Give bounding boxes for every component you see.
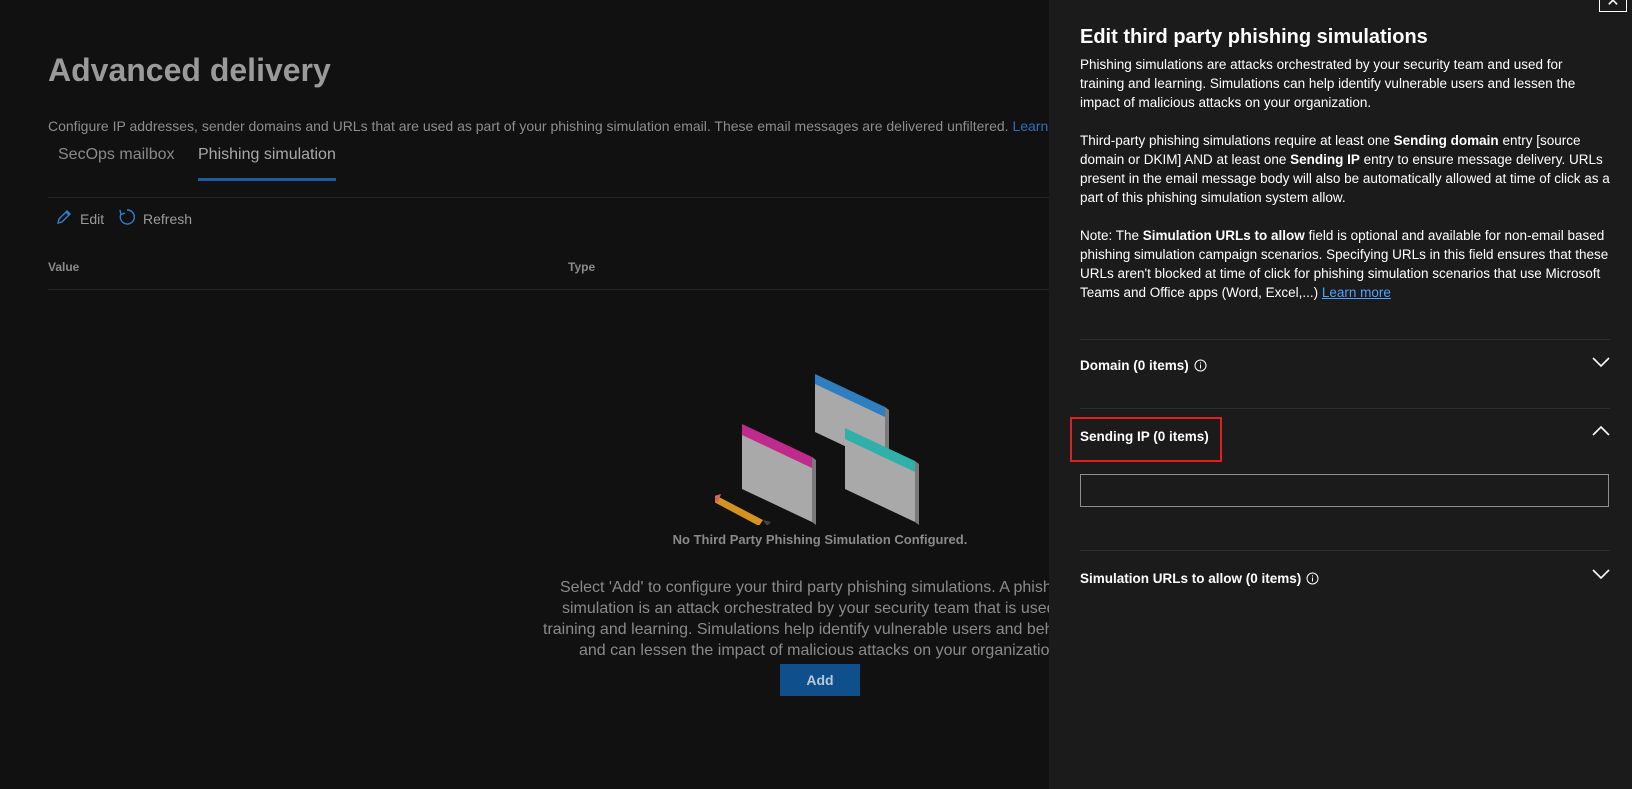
sending-ip-section-header[interactable]: Sending IP (0 items) <box>1080 429 1209 444</box>
page-title: Advanced delivery <box>48 52 331 88</box>
column-header-value[interactable]: Value <box>48 260 79 274</box>
info-icon[interactable] <box>1194 359 1207 372</box>
edit-panel <box>1049 0 1632 789</box>
page-description: Configure IP addresses, sender domains a… <box>48 118 1048 134</box>
req-bold-sending-ip: Sending IP <box>1290 152 1360 167</box>
chevron-down-icon[interactable] <box>1592 356 1610 368</box>
domain-section-header[interactable]: Domain (0 items) <box>1080 358 1207 373</box>
section-divider <box>1080 408 1610 409</box>
empty-state-line: simulation is an attack orchestrated by … <box>562 600 1079 617</box>
description-text: Configure IP addresses, sender domains a… <box>48 118 1009 134</box>
section-divider <box>1080 339 1610 340</box>
sending-ip-section-label: Sending IP (0 items) <box>1080 429 1209 444</box>
close-icon[interactable]: ✕ <box>1599 0 1627 12</box>
domain-section-label: Domain (0 items) <box>1080 358 1189 373</box>
panel-learn-more-link[interactable]: Learn more <box>1322 285 1391 300</box>
empty-state-description: Select 'Add' to configure your third par… <box>530 577 1079 661</box>
panel-requirements: Third-party phishing simulations require… <box>1080 131 1610 207</box>
add-button[interactable]: Add <box>780 664 860 696</box>
section-divider <box>1080 550 1610 551</box>
edit-button[interactable]: Edit <box>55 208 104 229</box>
chevron-up-icon[interactable] <box>1592 425 1610 437</box>
tab-secops-mailbox[interactable]: SecOps mailbox <box>58 146 175 181</box>
pencil-icon <box>55 208 73 229</box>
tab-divider <box>48 197 1049 198</box>
empty-state-illustration <box>715 374 919 525</box>
refresh-label: Refresh <box>143 210 193 227</box>
edit-label: Edit <box>80 210 105 227</box>
req-bold-sending-domain: Sending domain <box>1393 133 1499 148</box>
note-bold-simulation-urls: Simulation URLs to allow <box>1142 228 1305 243</box>
column-header-type[interactable]: Type <box>568 260 595 274</box>
simulation-urls-section-header[interactable]: Simulation URLs to allow (0 items) <box>1080 571 1319 586</box>
panel-intro: Phishing simulations are attacks orchest… <box>1080 57 1576 110</box>
empty-state-line: training and learning. Simulations help … <box>543 621 1063 638</box>
info-icon[interactable] <box>1306 572 1319 585</box>
refresh-icon <box>118 208 136 229</box>
empty-state-line: and can lessen the impact of malicious a… <box>579 642 1063 659</box>
empty-state-title: No Third Party Phishing Simulation Confi… <box>672 532 968 547</box>
sending-ip-input[interactable] <box>1080 474 1609 507</box>
learn-more-link[interactable]: Learn more <box>1012 118 1048 134</box>
simulation-urls-section-label: Simulation URLs to allow (0 items) <box>1080 571 1302 586</box>
chevron-down-icon[interactable] <box>1592 568 1610 580</box>
req-text: Third-party phishing simulations require… <box>1080 133 1394 148</box>
panel-title: Edit third party phishing simulations <box>1080 26 1428 48</box>
empty-state-line: Select 'Add' to configure your third par… <box>560 579 1074 596</box>
refresh-button[interactable]: Refresh <box>118 208 192 229</box>
note-text: Note: The <box>1080 228 1143 243</box>
table-header-divider <box>48 289 1049 290</box>
tab-phishing-simulation[interactable]: Phishing simulation <box>198 146 336 181</box>
advanced-delivery-page: Advanced delivery Configure IP addresses… <box>0 0 1079 789</box>
panel-note: Note: The Simulation URLs to allow field… <box>1080 226 1610 302</box>
